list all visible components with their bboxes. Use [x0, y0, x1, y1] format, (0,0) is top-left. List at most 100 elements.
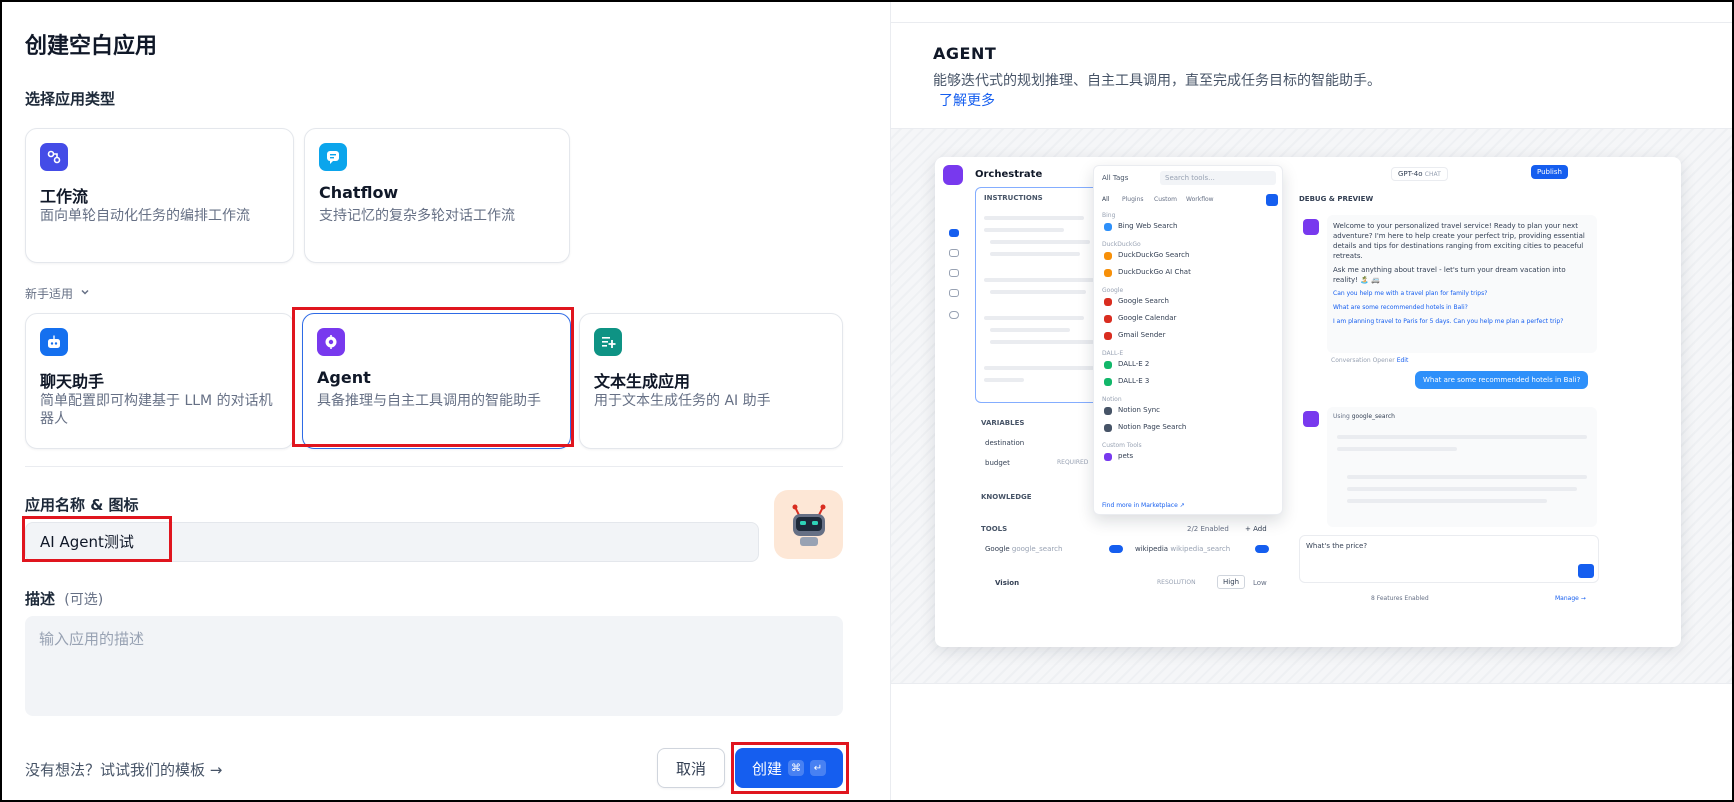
app-type-chatflow[interactable]: Chatflow 支持记忆的复杂多轮对话工作流 — [304, 128, 570, 263]
tool-name: wikipedia — [1135, 545, 1169, 553]
nav-icon — [949, 289, 959, 297]
create-button[interactable]: 创建 ⌘ ↵ — [735, 748, 843, 788]
create-label: 创建 — [751, 759, 782, 778]
app-type-desc: 支持记忆的复杂多轮对话工作流 — [319, 208, 515, 224]
tools-enabled: 2/2 Enabled — [1187, 525, 1229, 533]
tool-option: Google Search — [1118, 297, 1169, 305]
placeholder-line — [984, 278, 1094, 282]
tool-icon — [1104, 378, 1112, 386]
resolution-label: RESOLUTION — [1157, 579, 1196, 586]
cancel-button[interactable]: 取消 — [657, 748, 725, 788]
tool-sub: google_search — [1011, 545, 1063, 553]
tool-icon — [1104, 407, 1112, 415]
high-option: High — [1217, 575, 1246, 589]
tool-icon — [1104, 298, 1112, 306]
app-type-chatbot[interactable]: 聊天助手 简单配置即可构建基于 LLM 的对话机器人 — [25, 313, 294, 449]
welcome-text: Welcome to your personalized travel serv… — [1333, 222, 1585, 260]
placeholder-line — [990, 252, 1080, 256]
tool-option: Bing Web Search — [1118, 222, 1178, 230]
tool-option: DuckDuckGo AI Chat — [1118, 268, 1191, 276]
tool-group-label: Bing — [1102, 212, 1116, 219]
tab-plugins: Plugins — [1122, 196, 1144, 203]
placeholder-line — [984, 366, 1094, 370]
placeholder-line — [984, 216, 1084, 220]
tool-icon — [1104, 361, 1112, 369]
tool-item: wikipedia wikipedia_search — [1135, 545, 1230, 553]
tool-icon — [1104, 424, 1112, 432]
tool-group-label: Custom Tools — [1102, 442, 1142, 449]
tab-workflow: Workflow — [1186, 196, 1214, 203]
placeholder-line — [1337, 447, 1457, 451]
placeholder-line — [984, 316, 1084, 320]
tool-name: Google — [985, 545, 1010, 553]
tool-icon — [1104, 269, 1112, 277]
knowledge-label: KNOWLEDGE — [981, 493, 1032, 501]
template-link[interactable]: 没有想法？试试我们的模板 → — [25, 759, 222, 780]
beginner-toggle[interactable]: 新手适用 — [25, 285, 91, 302]
tool-icon — [1104, 453, 1112, 461]
agent-preview-screenshot: Orchestrate INSTRUCTIONS VARIABLES desti… — [935, 157, 1681, 647]
placeholder-line — [1347, 487, 1577, 491]
app-name-input[interactable]: AI Agent测试 — [25, 522, 759, 562]
desc-label-row: 描述 (可选) — [25, 588, 103, 609]
enter-key-icon: ↵ — [810, 760, 826, 776]
tool-option: Gmail Sender — [1118, 331, 1166, 339]
desc-optional: (可选) — [64, 592, 104, 608]
features-enabled: 8 Features Enabled — [1371, 595, 1429, 602]
tool-icon — [1104, 252, 1112, 260]
suggestion: I am planning travel to Paris for 5 days… — [1333, 318, 1564, 325]
app-type-agent[interactable]: Agent 具备推理与自主工具调用的智能助手 — [302, 313, 571, 449]
tool-icon — [1104, 315, 1112, 323]
chat-input-text: What's the price? — [1306, 542, 1368, 550]
tool-option: DALL-E 2 — [1118, 360, 1150, 368]
select-type-label: 选择应用类型 — [25, 90, 116, 108]
app-type-text-generator[interactable]: 文本生成应用 用于文本生成任务的 AI 助手 — [579, 313, 843, 449]
welcome-message: Welcome to your personalized travel serv… — [1327, 215, 1597, 353]
placeholder-line — [1347, 475, 1587, 479]
tab-all: All — [1102, 196, 1110, 203]
using-label: Using — [1333, 413, 1350, 420]
model-selector: GPT-4o CHAT — [1391, 167, 1448, 181]
name-icon-label: 应用名称 & 图标 — [25, 496, 139, 514]
app-type-desc: 具备推理与自主工具调用的智能助手 — [317, 393, 541, 409]
placeholder-line — [1337, 435, 1587, 439]
preview-panel: AGENT 能够迭代式的规划推理、自主工具调用，直至完成任务目标的智能助手。 了… — [890, 2, 1732, 800]
preview-background: Orchestrate INSTRUCTIONS VARIABLES desti… — [891, 128, 1732, 684]
send-icon — [1578, 564, 1594, 578]
tab-custom: Custom — [1154, 196, 1177, 203]
orchestrate-title: Orchestrate — [975, 169, 1043, 180]
agent-avatar-icon — [1303, 411, 1319, 427]
app-type-title: 文本生成应用 — [594, 372, 691, 391]
placeholder-line — [990, 290, 1086, 294]
robot-icon — [943, 165, 963, 185]
publish-button: Publish — [1531, 165, 1568, 179]
agent-avatar-icon — [1303, 219, 1319, 235]
beginner-label: 新手适用 — [25, 287, 74, 301]
add-icon — [1266, 194, 1278, 206]
chatbot-icon — [40, 328, 68, 356]
required-tag: REQUIRED — [1057, 459, 1089, 466]
nav-icon — [949, 229, 959, 237]
toggle-on — [1255, 545, 1269, 553]
app-description-input[interactable]: 输入应用的描述 — [25, 616, 843, 716]
app-type-title: Agent — [317, 368, 371, 387]
tool-option: DALL-E 3 — [1118, 377, 1150, 385]
opener-edit: Edit — [1396, 357, 1409, 364]
tool-sub: wikipedia_search — [1170, 545, 1231, 553]
learn-more-link[interactable]: 了解更多 — [939, 90, 995, 110]
all-tags-filter: All Tags — [1102, 174, 1129, 182]
tool-option: Notion Sync — [1118, 406, 1161, 414]
chevron-down-icon — [79, 286, 91, 301]
chatflow-icon — [319, 143, 347, 171]
app-type-workflow[interactable]: 工作流 面向单轮自动化任务的编排工作流 — [25, 128, 294, 263]
conversation-opener: Conversation Opener Edit — [1331, 357, 1408, 364]
agent-icon — [317, 328, 345, 356]
vision-label: Vision — [995, 579, 1020, 587]
model-name: GPT-4o — [1398, 170, 1423, 178]
tool-item: Google google_search — [985, 545, 1062, 553]
tool-picker-dropdown: All Tags Search tools... All Plugins Cus… — [1093, 165, 1283, 515]
variables-label: VARIABLES — [981, 419, 1025, 427]
instructions-label: INSTRUCTIONS — [984, 194, 1043, 202]
app-icon-picker[interactable] — [774, 490, 843, 559]
tool-option: pets — [1118, 452, 1134, 460]
